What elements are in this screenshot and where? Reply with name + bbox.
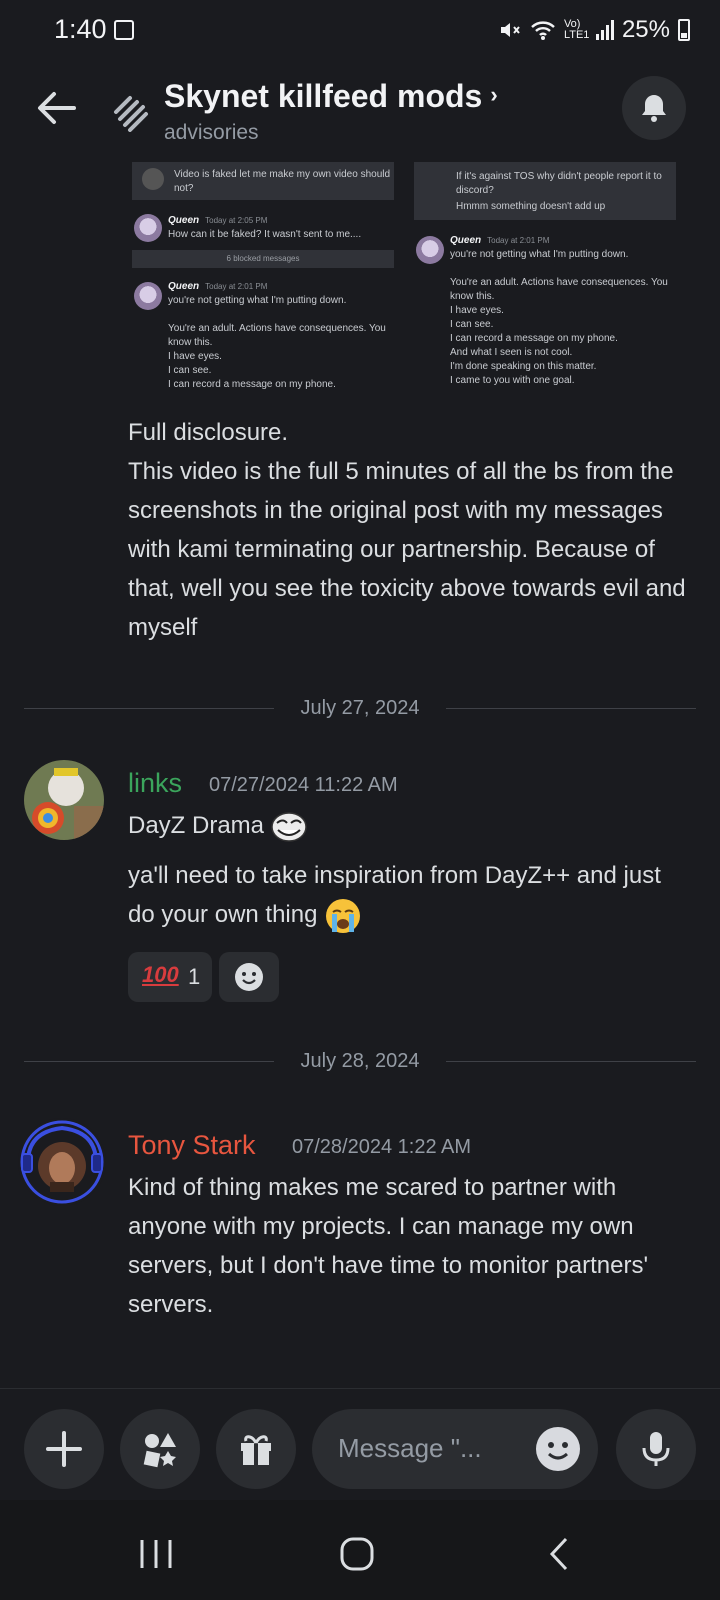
screenshot-line: And what I seen is not cool.: [450, 347, 573, 358]
reaction-100[interactable]: 100 1: [128, 952, 212, 1002]
hundred-points-emoji-icon: 100: [142, 962, 179, 987]
avatar-image: [24, 760, 104, 840]
microphone-icon: [642, 1432, 670, 1466]
status-bar: 1:40 Vo) LTE1 25%: [0, 0, 720, 64]
channel-title-text: Skynet killfeed mods: [164, 78, 483, 114]
screenshot-line: Hmmm something doesn't add up: [456, 201, 606, 212]
screenshot-msg: Queen Today at 2:01 PM you're not getting…: [450, 234, 690, 262]
screenshot-text: you're not getting what I'm putting down…: [168, 295, 347, 306]
message-input-placeholder: Message "...: [338, 1433, 482, 1463]
date-divider: July 27, 2024: [24, 697, 696, 719]
message-text: Kind of thing makes me scared to partner…: [128, 1174, 649, 1318]
screenshot-text: you're not getting what I'm putting down…: [450, 249, 629, 260]
screenshot-line: I came to you with one goal.: [450, 375, 575, 386]
message-line: ya'll need to take inspiration from DayZ…: [128, 862, 661, 928]
gift-icon: [241, 1435, 271, 1465]
notification-bell-button[interactable]: [622, 76, 686, 140]
attached-screenshot-image[interactable]: Video is faked let me make my own video …: [128, 162, 696, 404]
screenshot-username: Queen: [450, 235, 482, 246]
message-timestamp: 07/28/2024 1:22 AM: [292, 1136, 472, 1158]
chevron-right-icon: ›: [490, 82, 498, 107]
status-time: 1:40: [54, 14, 107, 44]
apps-icon: [143, 1433, 176, 1468]
screenshot-text: Video is faked let me make my own video …: [174, 169, 391, 194]
channel-subtitle: advisories: [164, 121, 259, 144]
screenshot-line: I can see.: [168, 365, 212, 376]
blocked-messages-label: 6 blocked messages: [226, 254, 300, 263]
network-label: Vo) LTE1: [563, 18, 590, 41]
loudly-crying-emoji-icon: [326, 898, 361, 933]
bell-icon: [642, 95, 666, 122]
screenshot-line: If it's against TOS why didn't people re…: [456, 171, 662, 196]
screenshot-line: I can record a message on my phone.: [168, 379, 336, 390]
queen-avatar: [134, 282, 162, 310]
mini-avatar: [142, 168, 164, 190]
message-text: DayZ Drama: [128, 806, 688, 845]
system-navigation-bar: [0, 1500, 720, 1600]
reaction-count: 1: [188, 964, 201, 989]
plus-icon: [46, 1431, 82, 1467]
author-name[interactable]: Tony Stark: [128, 1130, 256, 1161]
emoji-picker-button[interactable]: [536, 1427, 580, 1471]
avatar-image: [18, 1118, 106, 1206]
screenshot-time: Today at 2:01 PM: [205, 282, 268, 291]
avatar[interactable]: [24, 760, 104, 840]
back-icon[interactable]: [548, 1537, 570, 1571]
screenshot-username: Queen: [168, 215, 200, 226]
screenshot-msg: Queen Today at 2:05 PM How can it be fake…: [168, 214, 398, 242]
home-icon[interactable]: [340, 1537, 374, 1571]
message-text: Full disclosure. This video is the full …: [128, 413, 688, 647]
message-line: DayZ Drama: [128, 812, 265, 839]
back-arrow-icon[interactable]: [34, 86, 78, 130]
message-text: ya'll need to take inspiration from DayZ…: [128, 856, 688, 935]
channel-title[interactable]: Skynet killfeed mods ›: [164, 78, 498, 115]
date-divider: July 28, 2024: [24, 1050, 696, 1072]
add-emoji-icon: [235, 963, 263, 991]
message-timestamp: 07/27/2024 11:22 AM: [209, 774, 398, 796]
voice-message-button[interactable]: [616, 1409, 696, 1489]
queen-avatar: [134, 214, 162, 242]
battery-icon: [678, 19, 690, 41]
author-name[interactable]: links: [128, 768, 182, 799]
screenshot-line: You're an adult. Actions have consequenc…: [450, 277, 668, 302]
gallery-notification-icon: [114, 20, 134, 40]
screenshot-line: I'm done speaking on this matter.: [450, 361, 597, 372]
emoji-icon: [548, 1442, 568, 1460]
message-line: This video is the full 5 minutes of all …: [128, 458, 686, 641]
message-composer: Message "...: [0, 1388, 720, 1489]
apps-button[interactable]: [120, 1409, 200, 1489]
wifi-icon: [531, 21, 555, 40]
add-attachment-button[interactable]: [24, 1409, 104, 1489]
screenshot-time: Today at 2:05 PM: [205, 216, 268, 225]
screenshot-line: I can record a message on my phone.: [450, 333, 618, 344]
screenshot-line: I have eyes.: [168, 351, 222, 362]
forum-channel-icon: [114, 96, 148, 132]
screenshot-line: I have eyes.: [450, 305, 504, 316]
message-input[interactable]: Message "...: [312, 1409, 598, 1489]
screenshot-msg: Queen Today at 2:01 PM you're not getting…: [168, 280, 398, 308]
status-indicators: Vo) LTE1 25%: [498, 16, 690, 44]
screenshot-lines: You're an adult. Actions have consequenc…: [450, 276, 676, 388]
channel-header: Skynet killfeed mods › advisories: [0, 64, 720, 162]
add-reaction-button[interactable]: [219, 952, 279, 1002]
message-line: Full disclosure.: [128, 419, 289, 446]
screenshot-lines: If it's against TOS why didn't people re…: [456, 170, 670, 214]
trollface-emoji-icon: [270, 811, 307, 842]
queen-avatar: [416, 236, 444, 264]
screenshot-username: Queen: [168, 281, 200, 292]
screenshot-line: You're an adult. Actions have consequenc…: [168, 323, 386, 348]
signal-icon: [595, 20, 614, 40]
recent-apps-icon[interactable]: [138, 1538, 174, 1570]
gift-button[interactable]: [216, 1409, 296, 1489]
battery-percent: 25%: [621, 16, 670, 43]
screenshot-line: I can see.: [450, 319, 494, 330]
avatar[interactable]: [18, 1118, 106, 1206]
screenshot-time: Today at 2:01 PM: [487, 236, 550, 245]
screenshot-text: How can it be faked? It wasn't sent to m…: [168, 229, 362, 240]
screenshot-lines: You're an adult. Actions have consequenc…: [168, 322, 394, 392]
mute-icon: [500, 23, 520, 37]
